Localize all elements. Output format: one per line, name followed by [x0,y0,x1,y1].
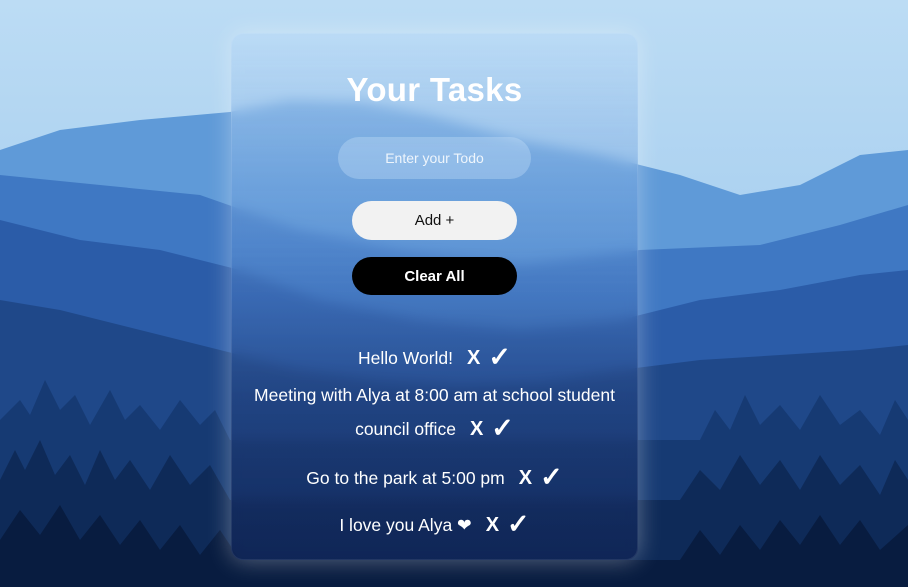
delete-icon[interactable]: X [470,413,483,446]
add-button[interactable]: Add + [352,201,517,240]
task-text: Hello World! [358,348,454,368]
task-text: I love you Alya ❤ [339,515,472,535]
task-item: I love you Alya ❤ X ✓ [245,508,625,542]
todo-card: Your Tasks Add + Clear All Hello World! X… [231,33,638,560]
check-icon[interactable]: ✓ [488,341,511,374]
check-icon[interactable]: ✓ [540,461,563,494]
todo-input[interactable] [338,137,531,179]
task-item: Go to the park at 5:00 pm X ✓ [245,461,625,495]
delete-icon[interactable]: X [486,509,499,542]
check-icon[interactable]: ✓ [491,412,514,445]
task-list: Hello World! X ✓ Meeting with Alya at 8:00… [231,341,638,542]
delete-icon[interactable]: X [519,462,532,495]
clear-all-button[interactable]: Clear All [352,257,517,295]
task-text: Meeting with Alya at 8:00 am at school s… [254,385,615,439]
app-background: Your Tasks Add + Clear All Hello World! X… [0,0,908,587]
page-title: Your Tasks [346,71,523,108]
check-icon[interactable]: ✓ [507,508,530,541]
task-item: Meeting with Alya at 8:00 am at school s… [245,379,625,446]
task-text: Go to the park at 5:00 pm [306,468,505,488]
delete-icon[interactable]: X [467,342,480,375]
task-item: Hello World! X ✓ [245,341,625,375]
